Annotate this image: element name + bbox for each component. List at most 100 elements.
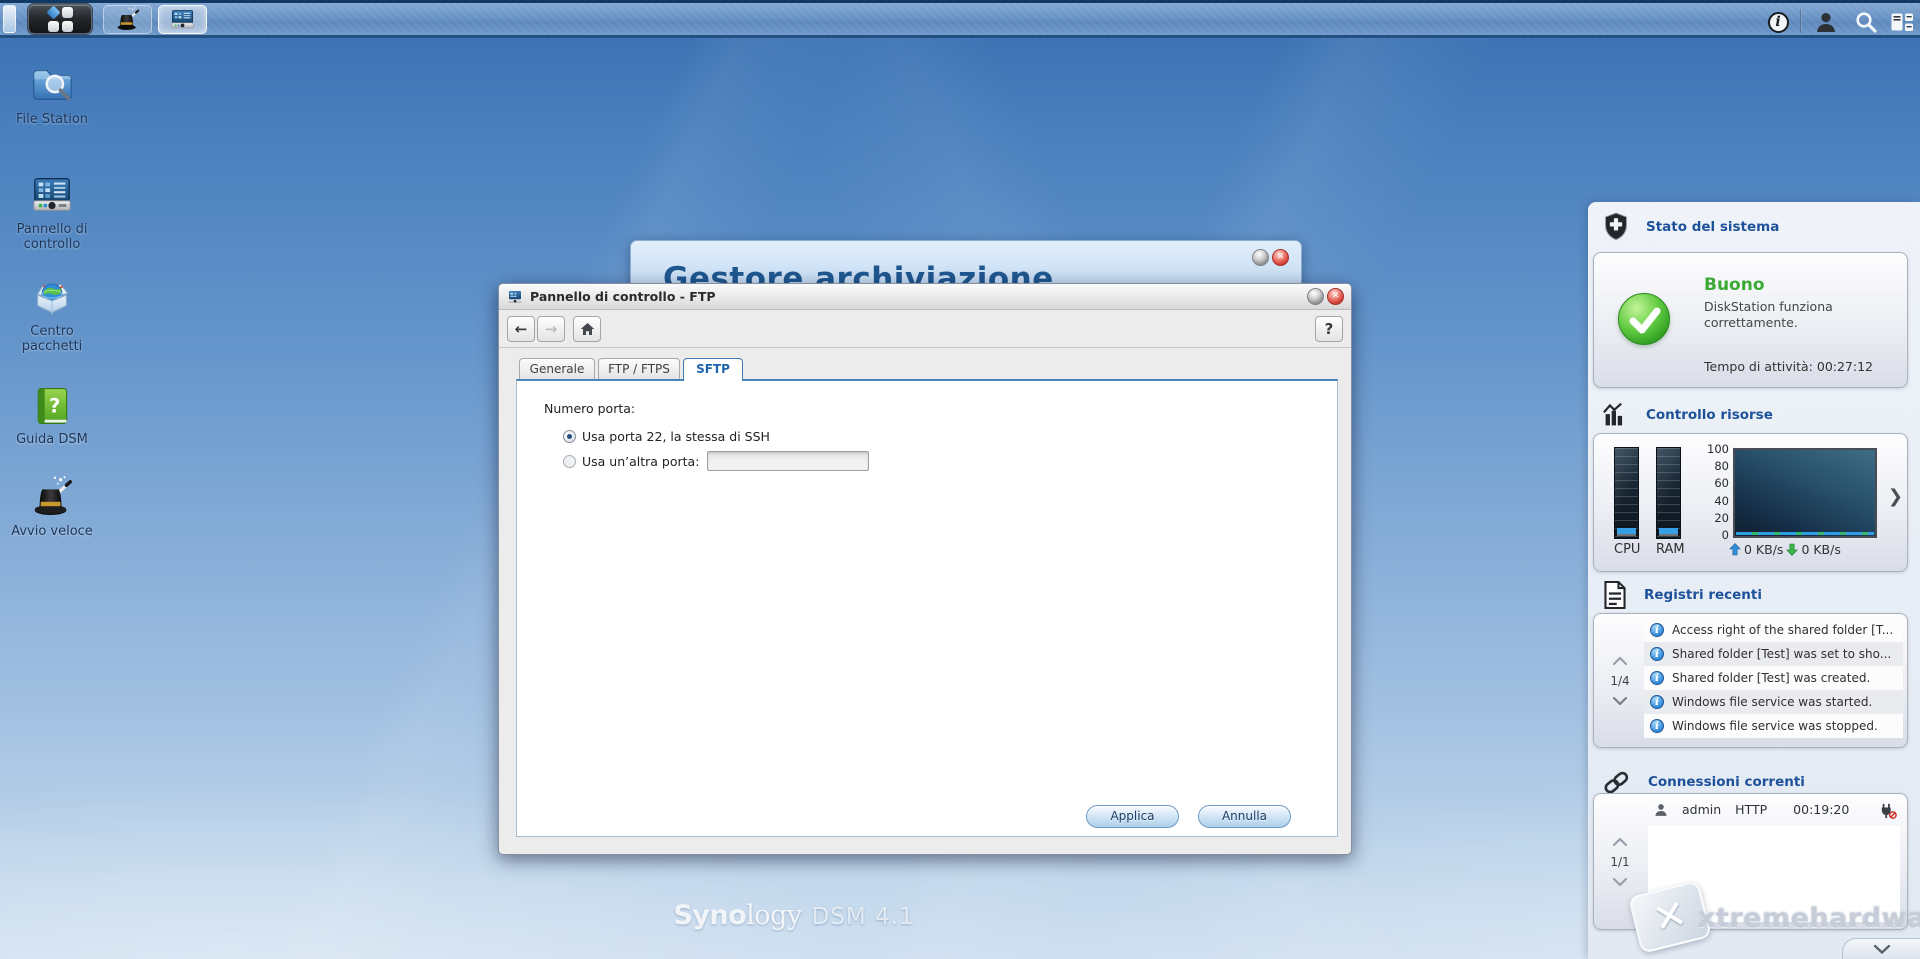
download-rate: 0 KB/s bbox=[1801, 542, 1841, 557]
sftp-tab-panel: Numero porta: Usa porta 22, la stessa di… bbox=[516, 379, 1338, 837]
resource-monitor-box[interactable]: CPU RAM 100 80 60 40 20 0 0 KB/s 0 KB/s ❯ bbox=[1593, 433, 1908, 572]
back-button[interactable]: ← bbox=[507, 316, 535, 342]
dialog-tabs: Generale FTP / FTPS SFTP bbox=[519, 358, 743, 381]
cancel-button[interactable]: Annulla bbox=[1198, 805, 1291, 828]
desktop-icon-label: Avvio veloce bbox=[11, 524, 93, 539]
apply-button[interactable]: Applica bbox=[1086, 805, 1179, 828]
magic-hat-icon bbox=[117, 7, 140, 30]
log-row[interactable]: i Shared folder [Test] was created. bbox=[1644, 666, 1903, 690]
resource-monitor-header: Controllo risorse bbox=[1602, 402, 1773, 428]
system-status-box: Buono DiskStation funziona correttamente… bbox=[1593, 252, 1908, 388]
magic-hat-wand-icon bbox=[34, 476, 72, 516]
ram-gauge bbox=[1656, 447, 1681, 539]
info-icon: i bbox=[1650, 623, 1664, 637]
quick-launch-taskbar-button[interactable] bbox=[103, 5, 152, 34]
home-button[interactable] bbox=[573, 316, 601, 342]
folder-magnifier-icon bbox=[33, 70, 72, 101]
home-icon bbox=[580, 323, 594, 335]
radio-label[interactable]: Usa porta 22, la stessa di SSH bbox=[582, 429, 770, 444]
dialog-toolbar: ← → ? bbox=[499, 311, 1351, 348]
disconnect-icon[interactable] bbox=[1879, 803, 1897, 819]
desktop-icon-package-center[interactable]: Centro pacchetti bbox=[6, 274, 98, 354]
tab-sftp[interactable]: SFTP bbox=[683, 358, 743, 381]
forward-button[interactable]: → bbox=[537, 316, 565, 342]
port-number-label: Numero porta: bbox=[544, 401, 636, 416]
desktop-icon-control-panel[interactable]: Pannello di controllo bbox=[6, 172, 98, 252]
info-icon: i bbox=[1650, 719, 1664, 733]
info-icon: i bbox=[1650, 671, 1664, 685]
shield-icon bbox=[1604, 212, 1628, 241]
sidebar-collapse-button[interactable] bbox=[1842, 938, 1920, 959]
other-port-input[interactable] bbox=[707, 451, 870, 471]
close-icon[interactable]: ✕ bbox=[1272, 249, 1289, 266]
tab-ftp-ftps[interactable]: FTP / FTPS bbox=[598, 358, 680, 379]
log-row[interactable]: i Windows file service was started. bbox=[1644, 690, 1903, 714]
control-panel-icon bbox=[171, 10, 194, 29]
system-info-button[interactable]: i bbox=[1764, 8, 1792, 36]
page-up-icon[interactable] bbox=[1613, 837, 1627, 846]
upload-rate: 0 KB/s bbox=[1744, 542, 1784, 557]
logs-pager: 1/4 bbox=[1594, 614, 1646, 747]
cpu-gauge bbox=[1614, 447, 1639, 539]
user-menu-button[interactable] bbox=[1812, 8, 1840, 36]
control-panel-taskbar-button[interactable] bbox=[158, 5, 207, 34]
tab-generale[interactable]: Generale bbox=[519, 358, 595, 379]
download-arrow-icon bbox=[1786, 543, 1799, 556]
status-description: DiskStation funziona correttamente. bbox=[1704, 299, 1833, 330]
desktop-icon-quick-start[interactable]: Avvio veloce bbox=[6, 474, 98, 539]
document-icon bbox=[1604, 580, 1626, 610]
search-icon bbox=[1856, 12, 1877, 33]
current-connections-box: 1/1 admin HTTP 00:19:20 bbox=[1593, 793, 1908, 930]
control-panel-ftp-dialog: Pannello di controllo - FTP ✕ ← → ? Gene… bbox=[498, 283, 1352, 855]
connections-page-indicator: 1/1 bbox=[1610, 854, 1630, 869]
green-book-question-icon: ? bbox=[37, 388, 68, 424]
log-row[interactable]: i Windows file service was stopped. bbox=[1644, 714, 1903, 738]
recent-logs-header: Registri recenti bbox=[1602, 580, 1762, 610]
main-menu-button[interactable] bbox=[28, 4, 92, 34]
package-box-globe-icon bbox=[36, 283, 69, 315]
control-panel-device-icon bbox=[33, 178, 71, 211]
desktop-icon-label: File Station bbox=[15, 112, 89, 127]
desktop-icon-label: Guida DSM bbox=[16, 432, 88, 447]
dialog-titlebar[interactable]: Pannello di controllo - FTP ✕ bbox=[499, 284, 1351, 310]
page-down-icon[interactable] bbox=[1613, 696, 1627, 705]
radio-use-other-port[interactable] bbox=[563, 454, 576, 468]
desktop-icon-dsm-help[interactable]: ? Guida DSM bbox=[6, 384, 98, 447]
page-down-icon[interactable] bbox=[1613, 877, 1627, 886]
connection-user: admin bbox=[1682, 802, 1722, 817]
user-icon bbox=[1655, 803, 1667, 816]
desktop-icon-label: Centro pacchetti bbox=[21, 324, 83, 354]
search-button[interactable] bbox=[1852, 8, 1880, 36]
widgets-icon bbox=[1891, 13, 1913, 31]
page-up-icon[interactable] bbox=[1613, 656, 1627, 665]
close-icon[interactable]: ✕ bbox=[1327, 288, 1344, 305]
info-icon: i bbox=[1650, 647, 1664, 661]
section-title: Registri recenti bbox=[1644, 587, 1762, 603]
logs-page-indicator: 1/4 bbox=[1610, 673, 1630, 688]
minimize-button[interactable] bbox=[1252, 249, 1269, 266]
connection-protocol: HTTP bbox=[1735, 802, 1768, 817]
system-health-sidebar: Stato del sistema Buono DiskStation funz… bbox=[1588, 202, 1920, 959]
svg-text:?: ? bbox=[49, 394, 60, 417]
show-desktop-button[interactable] bbox=[3, 5, 16, 33]
desktop-icon-file-station[interactable]: File Station bbox=[6, 62, 98, 127]
chevron-right-icon[interactable]: ❯ bbox=[1888, 486, 1903, 507]
uptime-text: Tempo di attività: 00:27:12 bbox=[1704, 359, 1874, 374]
log-row[interactable]: i Shared folder [Test] was set to sho... bbox=[1644, 642, 1903, 666]
status-value: Buono bbox=[1704, 275, 1765, 295]
help-button[interactable]: ? bbox=[1315, 316, 1343, 342]
minimize-button[interactable] bbox=[1307, 288, 1324, 305]
radio-label[interactable]: Usa un’altra porta: bbox=[582, 454, 699, 469]
network-graph-yticks: 100 80 60 40 20 0 bbox=[1707, 442, 1729, 542]
desktop-icon-label: Pannello di controllo bbox=[16, 222, 88, 252]
chevron-down-icon bbox=[1873, 944, 1890, 954]
log-list: i Access right of the shared folder [T...… bbox=[1644, 618, 1903, 738]
log-row[interactable]: i Access right of the shared folder [T... bbox=[1644, 618, 1903, 642]
user-icon bbox=[1817, 13, 1835, 32]
taskbar: i bbox=[0, 0, 1920, 38]
desktop: i File Station Pannello di controllo Cen… bbox=[0, 0, 1920, 959]
radio-use-port-22[interactable] bbox=[563, 430, 576, 443]
connection-row[interactable]: admin HTTP 00:19:20 bbox=[1654, 802, 1849, 817]
widgets-button[interactable] bbox=[1888, 8, 1916, 36]
bar-chart-icon bbox=[1603, 402, 1623, 426]
